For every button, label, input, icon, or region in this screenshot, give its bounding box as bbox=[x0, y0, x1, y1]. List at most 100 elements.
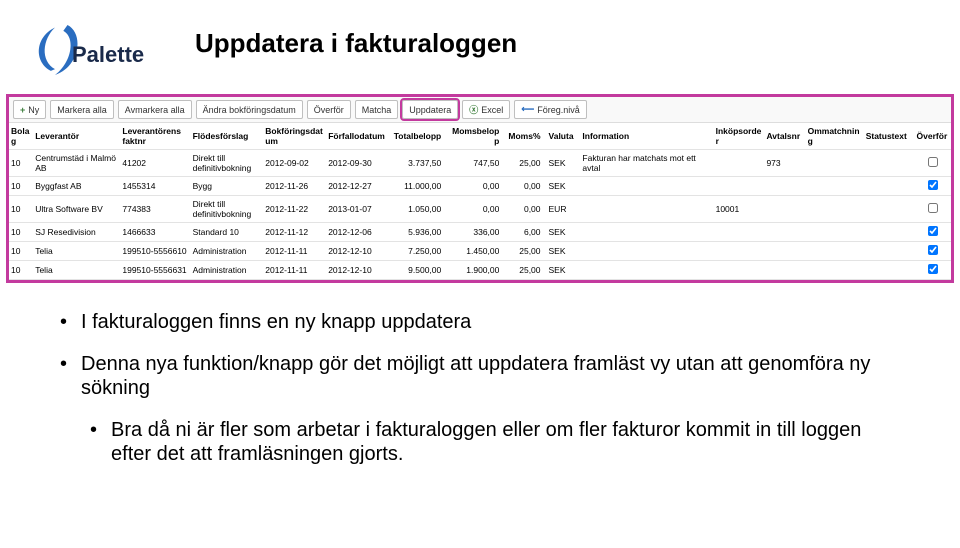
col-omm[interactable]: Ommatchning bbox=[806, 123, 864, 150]
col-moms[interactable]: Momsbelopp bbox=[447, 123, 505, 150]
cell-flod: Bygg bbox=[191, 177, 264, 196]
cell-bolag: 10 bbox=[9, 223, 33, 242]
cell-total: 7.250,00 bbox=[389, 242, 447, 261]
cell-info bbox=[580, 261, 713, 280]
table-row[interactable]: 10Centrumstäd i Malmö AB41202Direkt till… bbox=[9, 150, 951, 177]
cell-fakt: 1466633 bbox=[120, 223, 190, 242]
col-overfor[interactable]: Överför bbox=[915, 123, 951, 150]
cell-status bbox=[864, 261, 915, 280]
cell-moms: 0,00 bbox=[447, 177, 505, 196]
transfer-checkbox[interactable] bbox=[928, 180, 938, 190]
cell-val: SEK bbox=[547, 242, 581, 261]
cell-bolag: 10 bbox=[9, 196, 33, 223]
col-faktnr[interactable]: Leverantörens faktnr bbox=[120, 123, 190, 150]
col-flodes[interactable]: Flödesförslag bbox=[191, 123, 264, 150]
cell-omm bbox=[806, 242, 864, 261]
col-status[interactable]: Statustext bbox=[864, 123, 915, 150]
cell-lev: SJ Resedivision bbox=[33, 223, 120, 242]
cell-info bbox=[580, 242, 713, 261]
cell-total: 11.000,00 bbox=[389, 177, 447, 196]
cell-val: SEK bbox=[547, 261, 581, 280]
transfer-checkbox[interactable] bbox=[928, 245, 938, 255]
cell-forf: 2012-12-06 bbox=[326, 223, 389, 242]
cell-avt bbox=[764, 261, 805, 280]
match-button[interactable]: Matcha bbox=[355, 100, 399, 119]
table-header-row: Bolag Leverantör Leverantörens faktnr Fl… bbox=[9, 123, 951, 150]
table-row[interactable]: 10Telia199510-5556610Administration2012-… bbox=[9, 242, 951, 261]
cell-val: SEK bbox=[547, 177, 581, 196]
cell-val: SEK bbox=[547, 150, 581, 177]
invoice-table: Bolag Leverantör Leverantörens faktnr Fl… bbox=[9, 123, 951, 280]
invoice-log-panel: +Ny Markera alla Avmarkera alla Ändra bo… bbox=[6, 94, 954, 283]
prev-level-button[interactable]: ⟵Föreg.nivå bbox=[514, 100, 586, 119]
cell-forf: 2012-09-30 bbox=[326, 150, 389, 177]
cell-moms: 0,00 bbox=[447, 196, 505, 223]
cell-pct: 6,00 bbox=[505, 223, 546, 242]
table-row[interactable]: 10SJ Resedivision1466633Standard 10 2012-… bbox=[9, 223, 951, 242]
logo: Palette bbox=[30, 20, 144, 80]
cell-pct: 0,00 bbox=[505, 177, 546, 196]
transfer-checkbox[interactable] bbox=[928, 264, 938, 274]
cell-fakt: 41202 bbox=[120, 150, 190, 177]
cell-ink bbox=[714, 150, 765, 177]
cell-avt bbox=[764, 196, 805, 223]
table-row[interactable]: 10Byggfast AB1455314Bygg2012-11-262012-1… bbox=[9, 177, 951, 196]
cell-pct: 25,00 bbox=[505, 242, 546, 261]
transfer-checkbox[interactable] bbox=[928, 157, 938, 167]
update-button[interactable]: Uppdatera bbox=[402, 100, 458, 119]
cell-moms: 1.450,00 bbox=[447, 242, 505, 261]
cell-avt: 973 bbox=[764, 150, 805, 177]
cell-flod: Administration bbox=[191, 261, 264, 280]
cell-forf: 2012-12-10 bbox=[326, 261, 389, 280]
cell-forf: 2013-01-07 bbox=[326, 196, 389, 223]
cell-pct: 25,00 bbox=[505, 261, 546, 280]
cell-omm bbox=[806, 223, 864, 242]
col-forfall[interactable]: Förfallodatum bbox=[326, 123, 389, 150]
transfer-button[interactable]: Överför bbox=[307, 100, 351, 119]
cell-moms: 1.900,00 bbox=[447, 261, 505, 280]
table-row[interactable]: 10Ultra Software BV774383Direkt till def… bbox=[9, 196, 951, 223]
cell-ink bbox=[714, 261, 765, 280]
cell-lev: Telia bbox=[33, 261, 120, 280]
col-total[interactable]: Totalbelopp bbox=[389, 123, 447, 150]
cell-info bbox=[580, 223, 713, 242]
col-leverantor[interactable]: Leverantör bbox=[33, 123, 120, 150]
new-button[interactable]: +Ny bbox=[13, 100, 46, 119]
cell-lev: Telia bbox=[33, 242, 120, 261]
deselect-all-button[interactable]: Avmarkera alla bbox=[118, 100, 192, 119]
transfer-checkbox[interactable] bbox=[928, 203, 938, 213]
table-row[interactable]: 10Telia199510-5556631Administration2012-… bbox=[9, 261, 951, 280]
excel-button[interactable]: ⓧExcel bbox=[462, 100, 510, 119]
transfer-checkbox[interactable] bbox=[928, 226, 938, 236]
col-inkop[interactable]: Inköpsorder bbox=[714, 123, 765, 150]
cell-fakt: 199510-5556610 bbox=[120, 242, 190, 261]
cell-bok: 2012-11-26 bbox=[263, 177, 326, 196]
cell-bolag: 10 bbox=[9, 150, 33, 177]
change-date-button[interactable]: Ändra bokföringsdatum bbox=[196, 100, 303, 119]
cell-overfor bbox=[915, 261, 951, 280]
cell-flod: Standard 10 bbox=[191, 223, 264, 242]
cell-status bbox=[864, 223, 915, 242]
cell-total: 1.050,00 bbox=[389, 196, 447, 223]
cell-ink bbox=[714, 177, 765, 196]
cell-overfor bbox=[915, 223, 951, 242]
cell-ink: 10001 bbox=[714, 196, 765, 223]
cell-bolag: 10 bbox=[9, 177, 33, 196]
col-momspct[interactable]: Moms% bbox=[505, 123, 546, 150]
col-avtal[interactable]: Avtalsnr bbox=[764, 123, 805, 150]
cell-status bbox=[864, 150, 915, 177]
cell-flod: Direkt till definitivbokning bbox=[191, 196, 264, 223]
cell-overfor bbox=[915, 150, 951, 177]
col-info[interactable]: Information bbox=[580, 123, 713, 150]
cell-bok: 2012-11-22 bbox=[263, 196, 326, 223]
select-all-button[interactable]: Markera alla bbox=[50, 100, 114, 119]
page-title: Uppdatera i fakturaloggen bbox=[195, 28, 517, 59]
cell-flod: Administration bbox=[191, 242, 264, 261]
col-bokdatum[interactable]: Bokföringsdatum bbox=[263, 123, 326, 150]
col-bolag[interactable]: Bolag bbox=[9, 123, 33, 150]
cell-total: 5.936,00 bbox=[389, 223, 447, 242]
col-valuta[interactable]: Valuta bbox=[547, 123, 581, 150]
cell-bolag: 10 bbox=[9, 261, 33, 280]
cell-overfor bbox=[915, 242, 951, 261]
excel-label: Excel bbox=[481, 105, 503, 115]
